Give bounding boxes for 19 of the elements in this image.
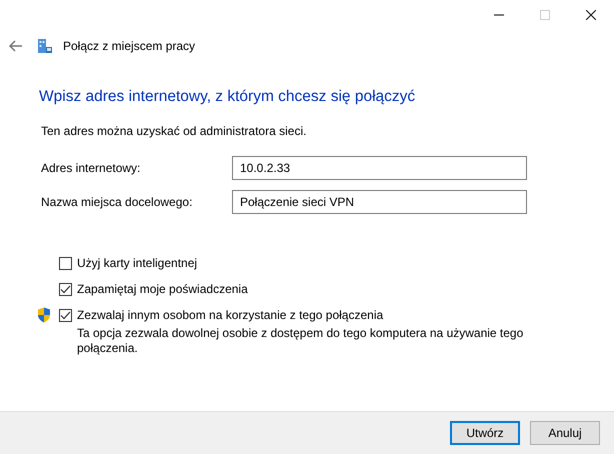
close-icon[interactable] bbox=[586, 10, 596, 20]
input-field[interactable]: Połączenie sieci VPN bbox=[232, 190, 527, 214]
field-label: Nazwa miejsca docelowego: bbox=[41, 195, 194, 209]
back-arrow-icon[interactable] bbox=[9, 40, 23, 52]
checkbox[interactable] bbox=[59, 257, 72, 270]
checkbox[interactable] bbox=[59, 309, 72, 322]
dialog-button[interactable]: Anuluj bbox=[530, 421, 600, 445]
checkbox-label[interactable]: Zezwalaj innym osobom na korzystanie z tego połączenia bbox=[77, 308, 547, 322]
input-field[interactable]: 10.0.2.33 bbox=[232, 156, 527, 180]
checkbox[interactable] bbox=[59, 283, 72, 296]
window-title: Połącz z miejscem pracy bbox=[63, 39, 196, 53]
option-description: Ta opcja zezwala dowolnej osobie z dostępem do tego komputera na używanie tego połączenia. bbox=[77, 326, 524, 356]
page-heading: Wpisz adres internetowy, z którym chcesz się połączyć bbox=[39, 88, 416, 106]
checkbox-label[interactable]: Zapamiętaj moje poświadczenia bbox=[77, 282, 547, 296]
checkbox-label[interactable]: Użyj karty inteligentnej bbox=[77, 256, 547, 270]
field-label: Adres internetowy: bbox=[41, 161, 142, 175]
info-text: Ten adres można uzyskać od administratora sieci. bbox=[41, 124, 308, 138]
building-network-icon bbox=[37, 38, 53, 54]
dialog-button[interactable]: Utwórz bbox=[450, 421, 520, 445]
